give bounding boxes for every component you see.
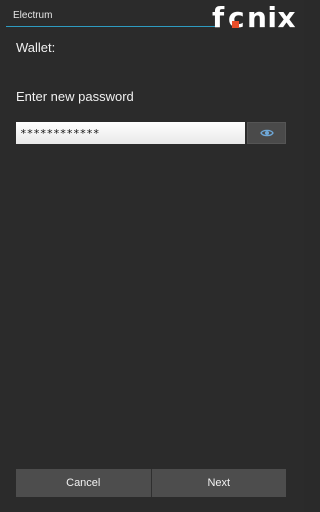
brand-logo: f c nix xyxy=(212,0,296,42)
wallet-label: Wallet: xyxy=(16,40,56,55)
password-screen: Electrum f c nix Wallet: Enter new passw… xyxy=(0,0,304,512)
eye-icon xyxy=(259,129,274,137)
svg-text:f: f xyxy=(212,1,225,34)
title-divider xyxy=(6,26,218,27)
title-bar: Electrum f c nix xyxy=(0,0,304,34)
password-prompt: Enter new password xyxy=(16,89,134,104)
svg-text:nix: nix xyxy=(247,1,296,34)
button-bar: Cancel Next xyxy=(16,469,286,497)
app-title: Electrum xyxy=(13,10,53,21)
svg-text:c: c xyxy=(228,1,245,34)
next-button[interactable]: Next xyxy=(151,469,286,497)
show-password-button[interactable] xyxy=(247,122,286,144)
cancel-button[interactable]: Cancel xyxy=(16,469,151,497)
new-password-input[interactable] xyxy=(16,122,245,144)
brand-logo-image: f c nix xyxy=(212,1,296,34)
